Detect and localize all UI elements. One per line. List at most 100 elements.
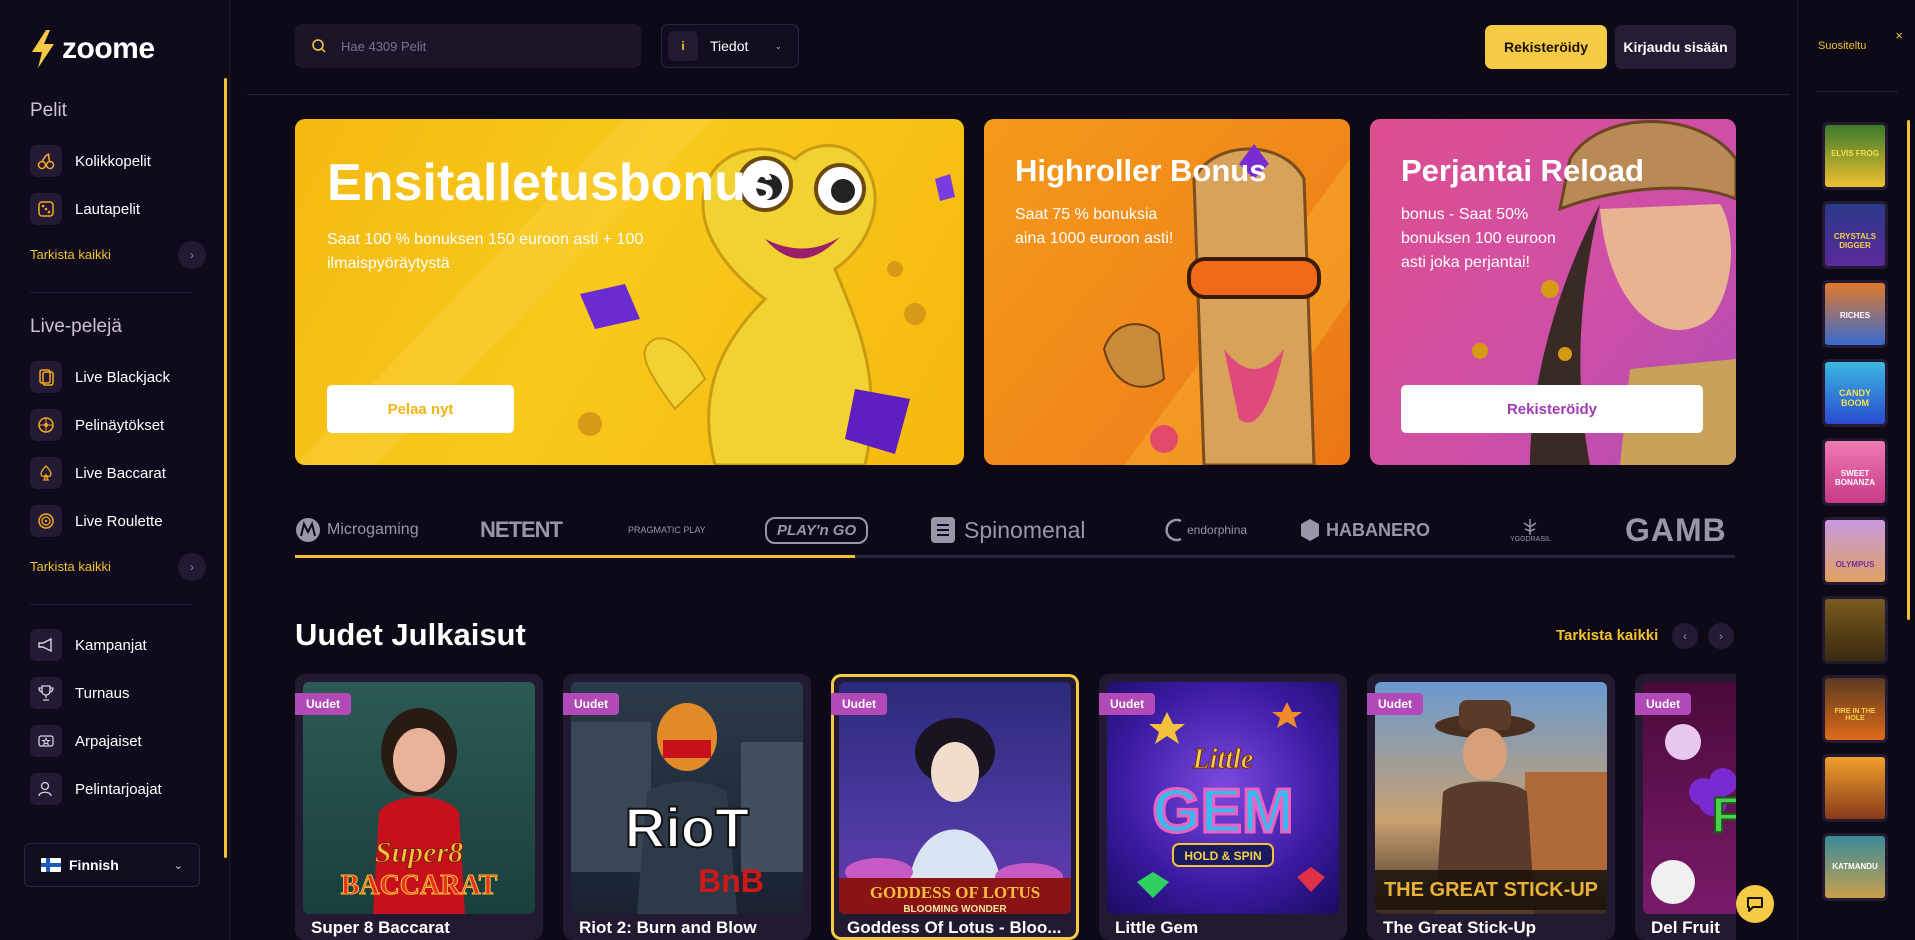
rail-game-thumb[interactable]	[1822, 596, 1888, 664]
microgaming-logo-icon	[296, 518, 320, 542]
new-badge: Uudet	[1099, 693, 1155, 715]
provider-logo-yggdrasil[interactable]: YGGDRASIL	[1510, 505, 1551, 555]
provider-logo-spinomenal[interactable]: Spinomenal	[930, 505, 1085, 555]
svg-text:BACCARAT: BACCARAT	[341, 870, 498, 901]
sidebar-item-promotions[interactable]: Kampanjat	[30, 629, 147, 661]
rail-game-thumb[interactable]	[1822, 754, 1888, 822]
live-see-all-link[interactable]: Tarkista kaikki	[30, 559, 111, 574]
rail-game-thumb[interactable]: FIRE IN THE HOLE	[1822, 675, 1888, 743]
game-card[interactable]: Little GEM HOLD & SPIN Uudet Little Gem	[1099, 674, 1347, 940]
language-select[interactable]: Finnish ⌄	[24, 843, 200, 887]
rail-game-thumb[interactable]: CRYSTALS DIGGER	[1822, 201, 1888, 269]
new-badge: Uudet	[1635, 693, 1691, 715]
sidebar-item-live-roulette[interactable]: Live Roulette	[30, 505, 163, 537]
rail-game-thumb[interactable]: OLYMPUS	[1822, 517, 1888, 585]
rail-game-thumb[interactable]: KATMANDU	[1822, 833, 1888, 901]
sidebar-item-live-blackjack[interactable]: Live Blackjack	[30, 361, 170, 393]
search-input[interactable]	[341, 38, 621, 54]
sidebar-item-label: Kampanjat	[75, 636, 147, 654]
new-releases-title: Uudet Julkaisut	[295, 617, 526, 652]
chevron-right-icon[interactable]: ›	[178, 553, 206, 581]
close-icon[interactable]: ×	[1895, 28, 1903, 43]
sidebar-item-tournaments[interactable]: Turnaus	[30, 677, 129, 709]
svg-text:THE GREAT STICK-UP: THE GREAT STICK-UP	[1384, 879, 1598, 901]
chevron-down-icon: ⌄	[173, 859, 183, 872]
chevron-right-icon[interactable]: ›	[1708, 623, 1734, 649]
sidebar-item-providers[interactable]: Pelintarjoajat	[30, 773, 162, 805]
habanero-logo-icon	[1301, 519, 1319, 541]
play-now-button[interactable]: Pelaa nyt	[327, 385, 514, 433]
provider-logo-habanero[interactable]: HABANERO	[1300, 505, 1430, 555]
game-title: The Great Stick-Up	[1383, 918, 1537, 937]
rail-game-label: CANDY BOOM	[1838, 388, 1871, 408]
promo-banner-welcome[interactable]: Ensitalletusbonus Saat 100 % bonuksen 15…	[295, 119, 964, 465]
svg-text:GODDESS OF LOTUS: GODDESS OF LOTUS	[870, 883, 1040, 902]
provider-name: PLAY'n GO	[765, 516, 869, 544]
register-banner-button[interactable]: Rekisteröidy	[1401, 385, 1703, 433]
rail-game-thumb[interactable]: CANDY BOOM	[1822, 359, 1888, 427]
sidebar-item-lotteries[interactable]: Arpajaiset	[30, 725, 142, 757]
provider-scroll-progress	[295, 555, 855, 558]
sidebar-item-table-games[interactable]: Lautapelit	[30, 193, 140, 225]
rail-game-thumb[interactable]: ELVIS FROG	[1822, 122, 1888, 190]
new-releases-see-all-link[interactable]: Tarkista kaikki	[1556, 627, 1658, 644]
svg-text:Super8: Super8	[375, 836, 463, 869]
game-art-image: Little GEM HOLD & SPIN	[1137, 702, 1325, 898]
wheel-icon	[30, 409, 62, 441]
game-card[interactable]: Super8 BACCARAT Uudet Super 8 Baccarat	[295, 674, 543, 940]
rail-game-label: FIRE IN THE HOLE	[1834, 708, 1876, 722]
chevron-right-icon[interactable]: ›	[178, 241, 206, 269]
rail-scrollbar[interactable]	[1907, 120, 1910, 620]
provider-logo-netent[interactable]: NETENT	[480, 505, 563, 555]
promo-banner-highroller[interactable]: Highroller Bonus Saat 75 % bonuksia aina…	[984, 119, 1350, 465]
spade-icon	[30, 457, 62, 489]
game-art-image: RioT BnB	[571, 703, 803, 914]
chat-icon	[1747, 897, 1763, 912]
casino-app: zoome Pelit Kolikkopelit Lautapelit Tark…	[0, 0, 1915, 940]
game-card[interactable]: GODDESS OF LOTUS BLOOMING WONDER Uudet G…	[831, 674, 1079, 940]
search-bar[interactable]	[295, 24, 641, 68]
chat-button[interactable]	[1736, 885, 1774, 923]
provider-logo-microgaming[interactable]: Microgaming	[295, 505, 419, 555]
banner-text: aina 1000 euroon asti!	[1015, 230, 1174, 247]
logo[interactable]: zoome	[30, 30, 155, 68]
svg-text:GEM: GEM	[1152, 777, 1293, 846]
rail-game-label: KATMANDU	[1832, 862, 1878, 871]
provider-logo-endorphina[interactable]: endorphina	[1163, 505, 1247, 555]
sidebar-item-label: Arpajaiset	[75, 732, 142, 750]
provider-name: GAMB	[1625, 511, 1727, 548]
sidebar-item-slots[interactable]: Kolikkopelit	[30, 145, 151, 177]
register-button[interactable]: Rekisteröidy	[1485, 25, 1607, 69]
sidebar-item-game-shows[interactable]: Pelinäytökset	[30, 409, 164, 441]
provider-logo-gamb[interactable]: GAMB	[1625, 505, 1735, 555]
game-card[interactable]: RioT BnB Uudet Riot 2: Burn and Blow	[563, 674, 811, 940]
rail-title: Suositeltu	[1818, 40, 1867, 52]
game-thumbnail: Little GEM HOLD & SPIN	[1107, 682, 1339, 914]
banner-text: Saat 100 % bonuksen 150 euroon asti + 10…	[327, 231, 644, 248]
promo-banner-friday[interactable]: Perjantai Reload bonus - Saat 50% bonuks…	[1370, 119, 1736, 465]
rail-game-thumb[interactable]: RICHES	[1822, 280, 1888, 348]
login-button[interactable]: Kirjaudu sisään	[1615, 25, 1736, 69]
rail-game-label: CRYSTALS DIGGER	[1833, 232, 1877, 250]
info-dropdown[interactable]: i Tiedot ⌄	[661, 24, 799, 68]
provider-logo-pragmatic[interactable]: PRAGMATIC PLAY	[628, 505, 706, 555]
sidebar-item-label: Lautapelit	[75, 200, 141, 218]
sidebar-item-live-baccarat[interactable]: Live Baccarat	[30, 457, 166, 489]
sidebar-item-label: Live Blackjack	[75, 368, 171, 386]
game-card[interactable]: THE GREAT STICK-UP Uudet The Great Stick…	[1367, 674, 1615, 940]
divider	[30, 292, 192, 293]
rail-game-thumb[interactable]: SWEET BONANZA	[1822, 438, 1888, 506]
chevron-left-icon[interactable]: ‹	[1672, 623, 1698, 649]
provider-icon	[30, 773, 62, 805]
new-badge: Uudet	[831, 693, 887, 715]
game-card[interactable]: FRU Uudet Del Fruit	[1635, 674, 1736, 940]
svg-text:BLOOMING WONDER: BLOOMING WONDER	[903, 904, 1007, 914]
cherry-icon	[30, 145, 62, 177]
provider-name: endorphina	[1187, 523, 1248, 537]
sidebar-item-label: Turnaus	[75, 684, 130, 702]
new-badge: Uudet	[295, 693, 351, 715]
sidebar-item-label: Pelintarjoajat	[75, 780, 162, 798]
provider-logo-playngo[interactable]: PLAY'n GO	[765, 505, 869, 555]
games-see-all-link[interactable]: Tarkista kaikki	[30, 247, 111, 262]
sidebar-scrollbar[interactable]	[224, 78, 227, 858]
